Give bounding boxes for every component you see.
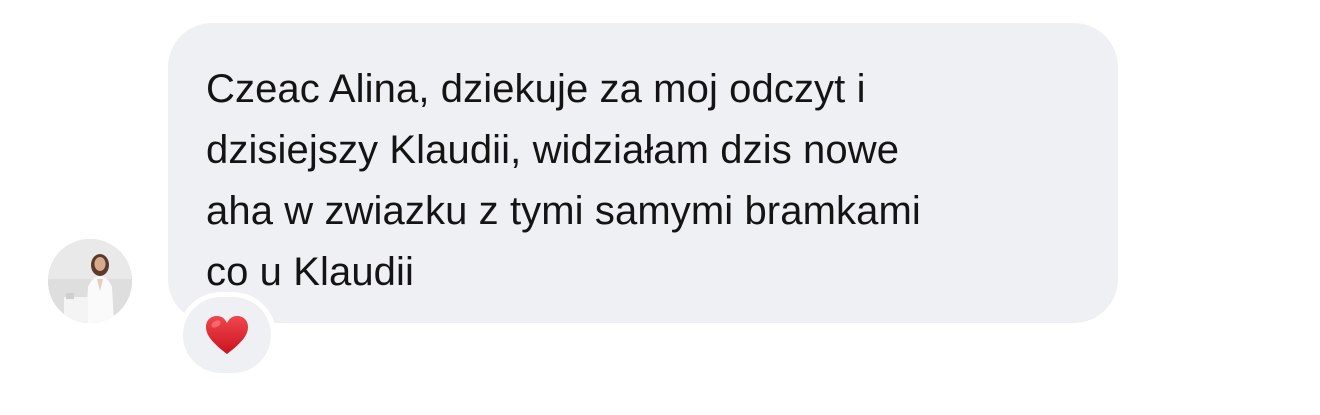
message-text: Czeac Alina, dziekuje za moj odczyt i dz… [206,67,921,294]
sender-avatar[interactable] [48,239,132,323]
heart-reaction[interactable] [183,297,271,373]
message-bubble[interactable]: Czeac Alina, dziekuje za moj odczyt i dz… [168,23,1118,323]
avatar-photo [48,239,132,323]
red-heart-icon [206,316,248,354]
